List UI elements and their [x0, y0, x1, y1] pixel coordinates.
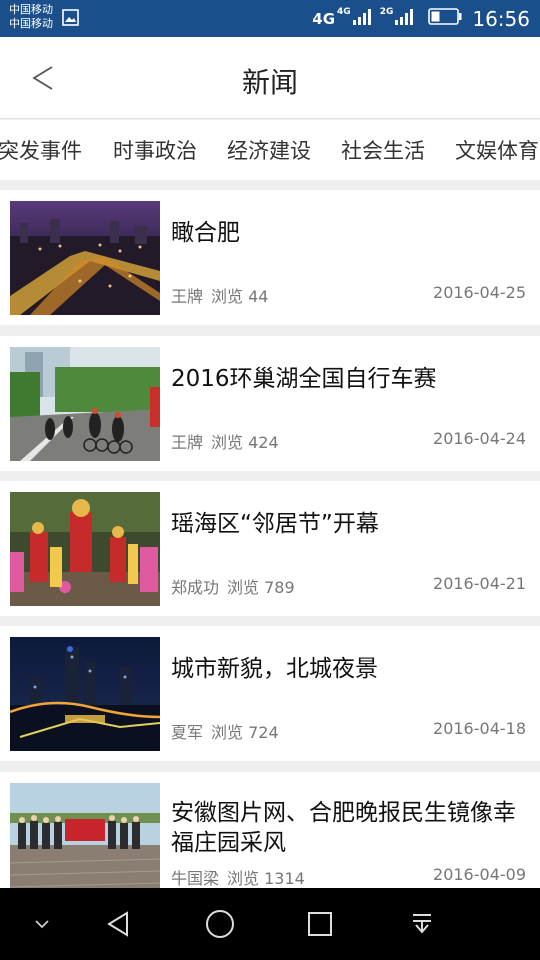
- network-4g-label: 4G: [312, 9, 336, 28]
- tab-economy[interactable]: 经济建设: [227, 135, 311, 165]
- news-date: 2016-04-24: [433, 429, 526, 448]
- recents-square-icon[interactable]: [300, 888, 340, 960]
- chevron-down-icon[interactable]: [22, 888, 62, 960]
- news-title: 安徽图片网、合肥晚报民生镜像幸福庄园采风: [171, 800, 516, 856]
- news-title: 瞰合肥: [171, 220, 240, 246]
- news-meta: 王牌 浏览 424: [171, 429, 279, 453]
- news-title: 城市新貌，北城夜景: [171, 656, 378, 682]
- screen: 中国移动 中国移动 4G 4G 2G 16:56 新闻 突发事件 时事政治 经济…: [0, 0, 540, 960]
- news-title: 2016环巢湖全国自行车赛: [171, 366, 437, 392]
- image-icon: [62, 9, 79, 26]
- news-meta: 郑成功 浏览 789: [171, 574, 295, 598]
- news-item[interactable]: 瞰合肥 王牌 浏览 44 2016-04-25: [0, 190, 540, 325]
- news-thumbnail: [10, 492, 160, 606]
- news-author: 王牌: [171, 433, 204, 452]
- news-item[interactable]: 2016环巢湖全国自行车赛 王牌 浏览 424 2016-04-24: [0, 336, 540, 471]
- news-date: 2016-04-25: [433, 283, 526, 302]
- news-meta: 王牌 浏览 44: [171, 283, 268, 307]
- news-item[interactable]: 城市新貌，北城夜景 夏军 浏览 724 2016-04-18: [0, 626, 540, 761]
- signal-icon: [394, 8, 416, 30]
- tab-breaking[interactable]: 突发事件: [0, 135, 82, 165]
- network-sub1-label: 4G: [337, 7, 351, 17]
- news-title: 瑶海区“邻居节”开幕: [171, 511, 379, 537]
- category-tabs: 突发事件 时事政治 经济建设 社会生活 文娱体育: [0, 120, 540, 180]
- news-thumbnail: [10, 637, 160, 751]
- clock: 16:56: [472, 6, 530, 31]
- tab-entertainment-sports[interactable]: 文娱体育: [455, 135, 539, 165]
- news-author: 夏军: [171, 723, 204, 742]
- news-meta: 牛国梁 浏览 1314: [171, 865, 305, 889]
- status-icons: 4G 4G 2G 16:56: [312, 0, 530, 37]
- status-bar: 中国移动 中国移动 4G 4G 2G 16:56: [0, 0, 540, 37]
- news-views: 浏览 789: [227, 578, 295, 597]
- news-author: 牛国梁: [171, 869, 220, 888]
- news-views: 浏览 44: [211, 287, 269, 306]
- news-date: 2016-04-21: [433, 574, 526, 593]
- battery-icon: [428, 8, 462, 29]
- news-meta: 夏军 浏览 724: [171, 719, 279, 743]
- carrier-1: 中国移动: [9, 3, 53, 16]
- news-author: 王牌: [171, 287, 204, 306]
- news-thumbnail: [10, 783, 160, 897]
- news-views: 浏览 424: [211, 433, 279, 452]
- back-triangle-icon[interactable]: [98, 888, 138, 960]
- news-date: 2016-04-18: [433, 719, 526, 738]
- carrier-2: 中国移动: [9, 17, 53, 30]
- notification-pull-icon[interactable]: [402, 888, 442, 960]
- system-nav-bar: [0, 888, 540, 960]
- carrier-labels: 中国移动 中国移动: [9, 3, 53, 31]
- news-author: 郑成功: [171, 578, 220, 597]
- tab-politics[interactable]: 时事政治: [113, 135, 197, 165]
- page-title: 新闻: [241, 66, 298, 99]
- tab-society[interactable]: 社会生活: [341, 135, 425, 165]
- home-circle-icon[interactable]: [198, 888, 242, 960]
- news-date: 2016-04-09: [433, 865, 526, 884]
- news-views: 浏览 724: [211, 723, 279, 742]
- app-header: 新闻: [0, 37, 540, 119]
- network-sub2-label: 2G: [379, 7, 394, 17]
- news-thumbnail: [10, 201, 160, 315]
- signal-icon: [352, 8, 374, 30]
- news-views: 浏览 1314: [227, 869, 305, 888]
- news-thumbnail: [10, 347, 160, 461]
- news-item[interactable]: 瑶海区“邻居节”开幕 郑成功 浏览 789 2016-04-21: [0, 481, 540, 616]
- news-item[interactable]: 安徽图片网、合肥晚报民生镜像幸福庄园采风 牛国梁 浏览 1314 2016-04-…: [0, 772, 540, 907]
